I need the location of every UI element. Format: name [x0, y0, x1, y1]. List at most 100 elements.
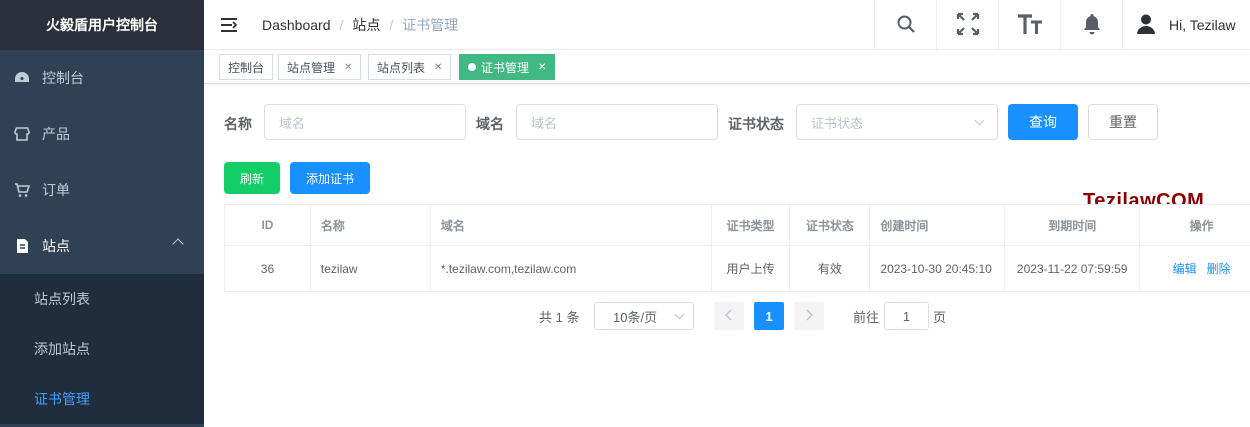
site-icon: [14, 238, 30, 254]
tag-label: 证书管理: [481, 60, 530, 75]
dashboard-icon: [14, 70, 30, 86]
cert-status-label: 证书状态: [728, 116, 784, 132]
goto-suffix: 页: [933, 309, 947, 325]
refresh-button[interactable]: 刷新: [224, 162, 280, 194]
sidebar-item-site-list[interactable]: 站点列表: [0, 274, 204, 324]
app-logo-title: 火毅盾用户控制台: [0, 0, 204, 50]
sidebar-item-label: 订单: [42, 182, 70, 198]
cell-status: 有效: [790, 246, 871, 291]
next-page-button[interactable]: [794, 302, 824, 330]
user-menu[interactable]: Hi, Tezilaw: [1122, 0, 1236, 50]
tag-label: 控制台: [228, 60, 265, 75]
sidebar-item-label: 站点: [42, 238, 70, 254]
close-icon[interactable]: ✕: [344, 62, 352, 73]
col-header-expires: 到期时间: [1005, 205, 1141, 245]
sidebar: 火毅盾用户控制台 控制台 产品 订单 站点 站点列表 添加站点 证书管理: [0, 0, 204, 427]
search-submit-button[interactable]: 查询: [1008, 104, 1078, 140]
goto-page-input[interactable]: 1: [884, 302, 929, 330]
domain-input[interactable]: 域名: [516, 104, 718, 140]
goto-page-value: 1: [902, 308, 911, 324]
reset-button[interactable]: 重置: [1088, 104, 1158, 140]
user-greeting: Hi, Tezilaw: [1169, 17, 1236, 33]
sidebar-item-label: 产品: [42, 126, 70, 142]
breadcrumb-separator: /: [389, 17, 394, 33]
sites-submenu: 站点列表 添加站点 证书管理: [0, 274, 204, 424]
sidebar-item-cert-management[interactable]: 证书管理: [0, 374, 204, 424]
pagination-total: 共 1 条: [539, 309, 580, 325]
chevron-right-icon: [805, 308, 814, 324]
page-size-value: 10条/页: [613, 309, 658, 325]
breadcrumb-sites[interactable]: 站点: [352, 15, 380, 35]
delete-link[interactable]: 删除: [1207, 260, 1231, 277]
col-header-id: ID: [225, 205, 311, 245]
cart-icon: [14, 182, 30, 198]
page-size-select[interactable]: 10条/页: [594, 302, 694, 330]
tag-cert-management[interactable]: 证书管理 ✕: [459, 54, 556, 80]
fullscreen-icon: [956, 12, 980, 39]
notification-button[interactable]: [1060, 0, 1122, 50]
tag-console[interactable]: 控制台: [219, 54, 274, 80]
tags-view: 控制台 站点管理 ✕ 站点列表 ✕ 证书管理 ✕: [204, 50, 1250, 84]
cell-domain: *.tezilaw.com,tezilaw.com: [431, 246, 712, 291]
cell-expires: 2023-11-22 07:59:59: [1005, 246, 1141, 291]
text-size-icon: [1017, 12, 1043, 39]
edit-link[interactable]: 编辑: [1173, 260, 1197, 277]
navbar-right-menu: Hi, Tezilaw: [874, 0, 1236, 50]
cell-type: 用户上传: [712, 246, 791, 291]
sidebar-item-products[interactable]: 产品: [0, 106, 204, 162]
cell-created: 2023-10-30 20:45:10: [870, 246, 1006, 291]
col-header-status: 证书状态: [790, 205, 871, 245]
cell-name: tezilaw: [311, 246, 431, 291]
page-number-current[interactable]: 1: [754, 302, 784, 330]
sidebar-item-add-site[interactable]: 添加站点: [0, 324, 204, 374]
cell-actions: 编辑 删除: [1140, 246, 1250, 291]
search-icon: [896, 14, 916, 37]
navbar: Dashboard / 站点 / 证书管理 Hi, Tezilaw: [204, 0, 1250, 50]
col-header-actions: 操作: [1140, 205, 1250, 245]
hamburger-icon[interactable]: [220, 16, 238, 34]
user-icon: [1137, 14, 1155, 37]
col-header-name: 名称: [310, 205, 431, 245]
table-header-row: ID 名称 域名 证书类型 证书状态 创建时间 到期时间 操作: [225, 205, 1250, 246]
breadcrumb-separator: /: [339, 17, 344, 33]
close-icon[interactable]: ✕: [538, 62, 546, 73]
sidebar-item-label: 控制台: [42, 70, 84, 86]
cert-status-placeholder: 证书状态: [811, 115, 864, 131]
sidebar-item-sites[interactable]: 站点: [0, 218, 204, 274]
col-header-created: 创建时间: [870, 205, 1006, 245]
active-dot-icon: [468, 63, 476, 71]
tag-site-list[interactable]: 站点列表 ✕: [368, 54, 452, 80]
breadcrumb: Dashboard / 站点 / 证书管理: [262, 0, 458, 50]
tag-label: 站点管理: [287, 60, 336, 75]
store-icon: [14, 126, 30, 142]
domain-input-placeholder: 域名: [531, 115, 558, 131]
breadcrumb-dashboard[interactable]: Dashboard: [262, 17, 331, 33]
col-header-domain: 域名: [430, 205, 712, 245]
goto-label: 前往: [853, 309, 880, 325]
domain-label: 域名: [476, 116, 504, 132]
name-input-placeholder: 域名: [279, 115, 306, 131]
chevron-left-icon: [724, 308, 733, 324]
chevron-up-icon: [172, 238, 184, 250]
cert-table: ID 名称 域名 证书类型 证书状态 创建时间 到期时间 操作 36 tezil…: [224, 204, 1250, 292]
tag-site-management[interactable]: 站点管理 ✕: [278, 54, 362, 80]
add-cert-button[interactable]: 添加证书: [290, 162, 370, 194]
table-row: 36 tezilaw *.tezilaw.com,tezilaw.com 用户上…: [225, 246, 1250, 292]
search-button[interactable]: [874, 0, 936, 50]
font-size-button[interactable]: [998, 0, 1060, 50]
close-icon[interactable]: ✕: [434, 62, 442, 73]
cell-id: 36: [225, 246, 311, 291]
breadcrumb-current: 证书管理: [402, 17, 459, 33]
chevron-down-icon: [674, 309, 685, 320]
prev-page-button[interactable]: [714, 302, 744, 330]
cert-status-select[interactable]: 证书状态: [796, 104, 998, 140]
tag-label: 站点列表: [377, 60, 426, 75]
fullscreen-button[interactable]: [936, 0, 998, 50]
name-label: 名称: [224, 116, 252, 132]
sidebar-item-orders[interactable]: 订单: [0, 162, 204, 218]
sidebar-item-console[interactable]: 控制台: [0, 50, 204, 106]
chevron-down-icon: [974, 115, 985, 126]
bell-icon: [1082, 13, 1102, 38]
col-header-type: 证书类型: [711, 205, 791, 245]
name-input[interactable]: 域名: [264, 104, 466, 140]
